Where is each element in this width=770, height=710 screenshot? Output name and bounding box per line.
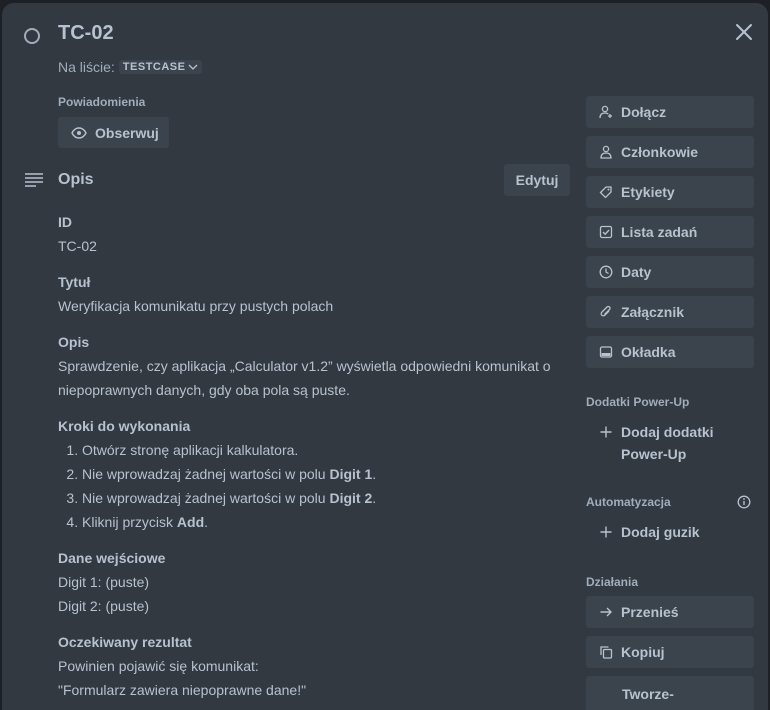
description-lines-icon <box>24 172 44 188</box>
actions-label: Działania <box>586 575 639 589</box>
list-name: TESTCASE <box>122 61 186 73</box>
dates-label: Daty <box>621 264 652 280</box>
description-body[interactable]: ID TC-02 Tytuł Weryfikacja komunikatu pr… <box>58 210 570 702</box>
card-title[interactable]: TC-02 <box>58 22 114 45</box>
step-text: Otwórz stronę aplikacji kalkulatora. <box>82 442 299 458</box>
desc-value: Sprawdzenie, czy aplikacja „Calculator v… <box>58 358 551 398</box>
step-period: . <box>204 514 209 530</box>
make-template-label: Tworze- nie kopii <box>622 686 679 710</box>
id-heading: ID <box>58 214 72 230</box>
step-period: . <box>372 490 377 506</box>
expected-heading: Oczekiwany rezultat <box>58 634 192 650</box>
add-member-icon <box>599 105 613 119</box>
edit-description-button[interactable]: Edytuj <box>504 164 570 196</box>
checkbox-icon <box>599 225 613 239</box>
member-icon <box>599 145 613 159</box>
attachment-label: Załącznik <box>621 304 685 320</box>
copy-icon <box>599 645 613 659</box>
expected-value: Powinien pojawić się komunikat: <box>58 658 259 674</box>
clock-icon <box>599 265 613 279</box>
step-bold: Digit 2 <box>329 490 373 506</box>
input-value: Digit 2: (puste) <box>58 598 150 614</box>
add-powerups-button[interactable]: Dodaj dodatki Power-Up <box>586 421 754 465</box>
cover-label: Okładka <box>621 344 676 360</box>
close-icon[interactable] <box>732 20 756 44</box>
step-text: Nie wprowadzaj żadnej wartości w polu <box>82 490 330 506</box>
copy-label: Kopiuj <box>621 644 665 660</box>
step-item: Nie wprowadzaj żadnej wartości w polu Di… <box>82 486 570 510</box>
step-bold: Add <box>176 514 205 530</box>
attachment-button[interactable]: Załącznik <box>586 296 754 328</box>
step-text: Kliknij przycisk <box>82 514 177 530</box>
checklist-button[interactable]: Lista zadań <box>586 216 754 248</box>
make-template-button[interactable]: Tworze- nie kopii <box>586 676 754 710</box>
checklist-label: Lista zadań <box>621 224 698 240</box>
input-heading: Dane wejściowe <box>58 550 166 566</box>
add-button-button[interactable]: Dodaj guzik <box>586 521 754 543</box>
step-bold: Digit 1 <box>329 466 373 482</box>
step-item: Kliknij przycisk Add. <box>82 510 570 534</box>
step-item: Nie wprowadzaj żadnej wartości w polu Di… <box>82 462 570 486</box>
watch-label: Obserwuj <box>95 124 159 141</box>
expected-value: "Formularz zawiera niepoprawne dane!" <box>58 682 307 698</box>
members-label: Członkowie <box>621 144 699 160</box>
members-button[interactable]: Członkowie <box>586 136 754 168</box>
copy-button[interactable]: Kopiuj <box>586 636 754 668</box>
id-value: TC-02 <box>58 238 97 254</box>
tag-icon <box>599 185 613 199</box>
labels-label: Etykiety <box>621 184 675 200</box>
input-value: Digit 1: (puste) <box>58 574 150 590</box>
notifications-label: Powiadomienia <box>58 95 146 109</box>
title-value: Weryfikacja komunikatu przy pustych pola… <box>58 298 334 314</box>
eye-icon <box>71 126 87 139</box>
move-label: Przenieś <box>621 604 679 620</box>
list-location: Na liście: TESTCASE <box>58 59 203 75</box>
info-icon[interactable] <box>737 495 751 509</box>
join-button[interactable]: Dołącz <box>586 96 754 128</box>
move-button[interactable]: Przenieś <box>586 596 754 628</box>
step-text: Nie wprowadzaj żadnej wartości w polu <box>82 466 330 482</box>
join-label: Dołącz <box>621 104 667 120</box>
steps-list: Otwórz stronę aplikacji kalkulatora. Nie… <box>58 438 570 534</box>
chevron-down-icon <box>189 64 198 70</box>
add-powerups-label: Dodaj dodatki Power-Up <box>621 424 714 462</box>
add-button-label: Dodaj guzik <box>621 524 700 540</box>
plus-icon <box>599 425 613 439</box>
cover-icon <box>599 345 613 359</box>
description-heading: Opis <box>58 171 94 188</box>
plus-icon <box>599 525 613 539</box>
list-dropdown[interactable]: TESTCASE <box>118 60 203 74</box>
step-period: . <box>372 466 377 482</box>
powerups-label: Dodatki Power-Up <box>586 395 690 409</box>
arrow-right-icon <box>599 605 613 619</box>
watch-button[interactable]: Obserwuj <box>58 117 169 148</box>
automation-label: Automatyzacja <box>586 495 671 509</box>
labels-button[interactable]: Etykiety <box>586 176 754 208</box>
step-item: Otwórz stronę aplikacji kalkulatora. <box>82 438 570 462</box>
list-prefix: Na liście: <box>58 59 115 75</box>
dates-button[interactable]: Daty <box>586 256 754 288</box>
desc-subheading: Opis <box>58 334 90 350</box>
title-heading: Tytuł <box>58 274 91 290</box>
steps-heading: Kroki do wykonania <box>58 418 191 434</box>
card-complete-circle-icon[interactable] <box>24 28 40 44</box>
paperclip-icon <box>599 305 613 319</box>
cover-button[interactable]: Okładka <box>586 336 754 368</box>
